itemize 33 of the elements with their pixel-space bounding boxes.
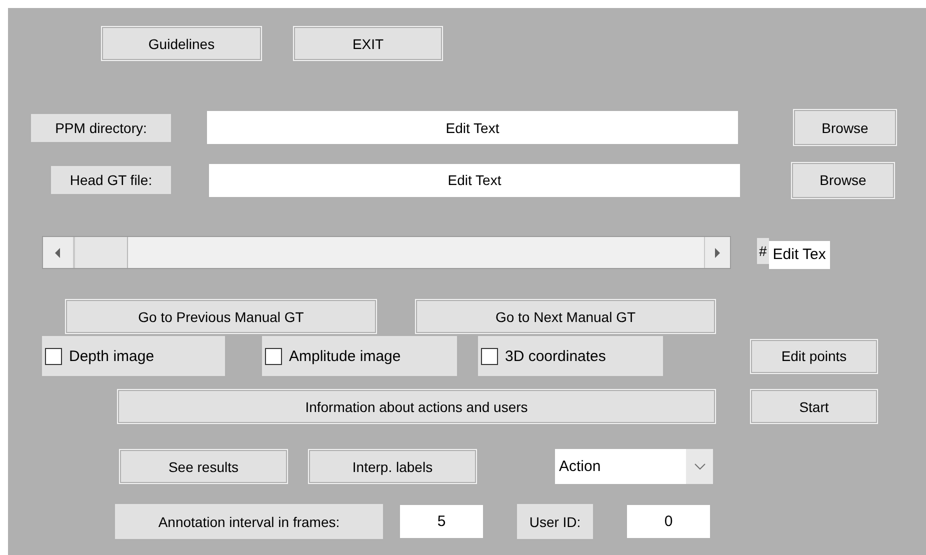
field-label: Head GT file: <box>51 166 171 194</box>
action-dropdown[interactable]: Action <box>555 449 713 484</box>
interp-labels-button[interactable]: Interp. labels <box>308 449 477 484</box>
exit-button[interactable]: EXIT <box>293 26 443 61</box>
path-field[interactable]: Edit Text <box>209 164 740 196</box>
guidelines-button[interactable]: Guidelines <box>101 26 262 61</box>
checkbox[interactable] <box>481 348 498 364</box>
checkbox-option[interactable]: Amplitude image <box>262 336 457 376</box>
edit-points-button[interactable]: Edit points <box>750 338 878 374</box>
checkbox-option[interactable]: 3D coordinates <box>478 336 663 376</box>
left-arrow-icon <box>55 248 61 258</box>
information-button[interactable]: Information about actions and users <box>117 389 716 424</box>
right-arrow-icon <box>714 248 720 258</box>
interval-label: Annotation interval in frames: <box>115 504 383 539</box>
field-label: PPM directory: <box>31 114 171 142</box>
next-gt-button[interactable]: Go to Next Manual GT <box>415 299 716 334</box>
frame-number-field[interactable]: Edit Tex <box>768 240 830 268</box>
chevron-down-icon <box>694 463 706 470</box>
start-button[interactable]: Start <box>750 389 878 424</box>
see-results-button[interactable]: See results <box>119 449 288 484</box>
user-id-label: User ID: <box>517 504 593 539</box>
checkbox[interactable] <box>265 348 282 364</box>
slider-thumb[interactable] <box>74 237 128 268</box>
interval-field[interactable]: 5 <box>400 505 483 538</box>
checkbox-option[interactable]: Depth image <box>42 336 225 376</box>
browse-button[interactable]: Browse <box>793 109 897 146</box>
user-id-field[interactable]: 0 <box>627 505 710 538</box>
frame-slider[interactable] <box>42 236 731 269</box>
previous-gt-button[interactable]: Go to Previous Manual GT <box>65 299 377 334</box>
browse-button[interactable]: Browse <box>791 162 895 198</box>
frame-number-label: # <box>757 238 769 264</box>
path-field[interactable]: Edit Text <box>207 111 738 144</box>
checkbox[interactable] <box>45 348 62 364</box>
